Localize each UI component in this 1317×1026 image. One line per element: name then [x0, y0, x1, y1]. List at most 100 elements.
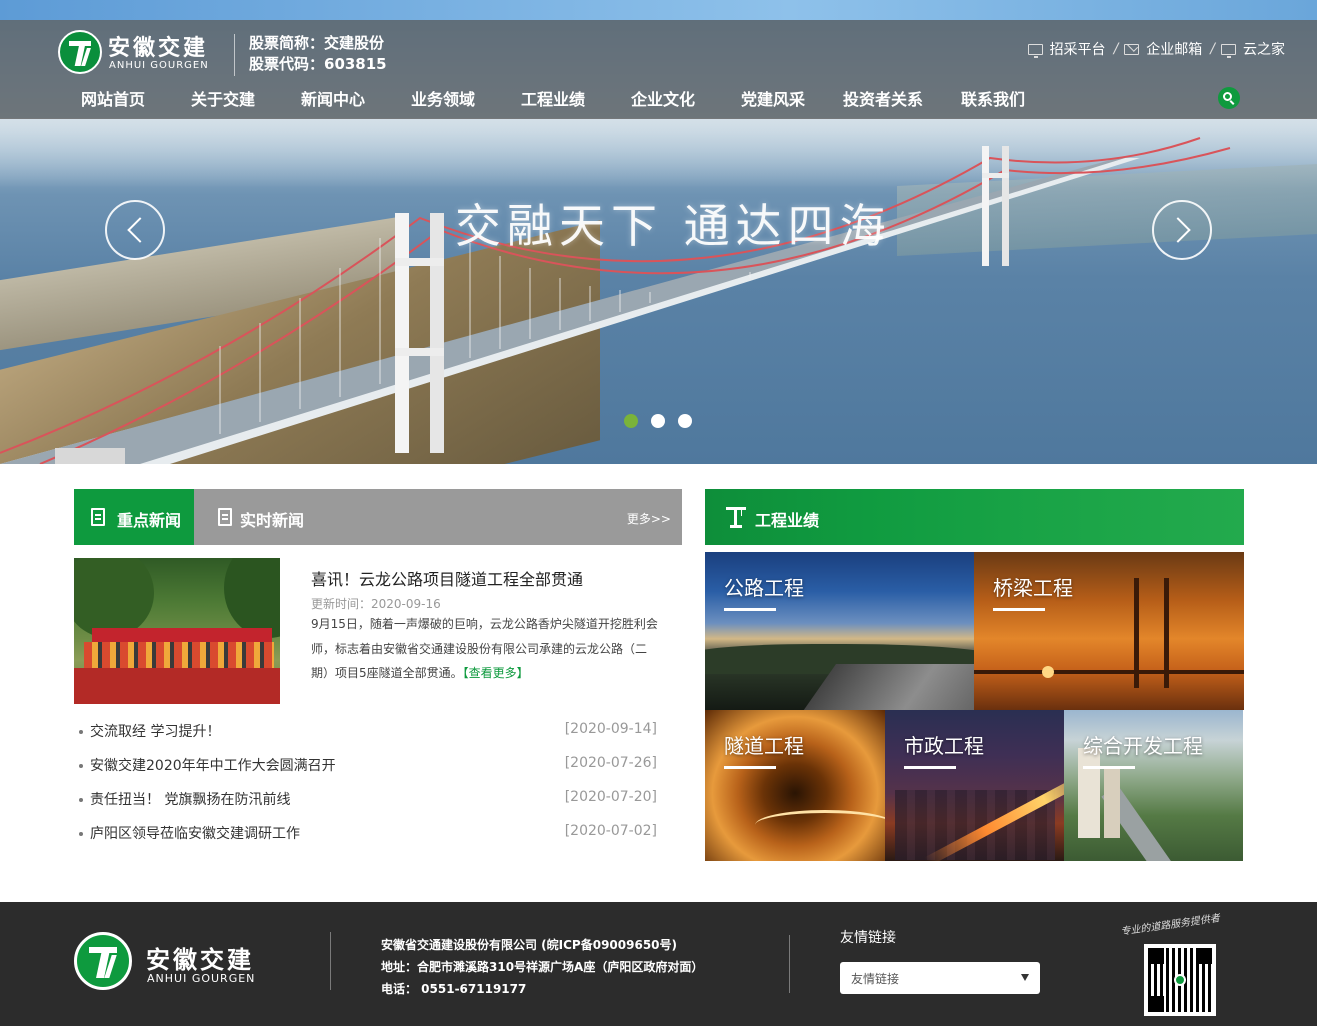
hero-slogan: 交融天下 通达四海 — [455, 199, 892, 253]
tile-underline — [1083, 766, 1135, 769]
site-logo[interactable]: 安徽交建 ANHUI GOURGEN — [58, 30, 228, 76]
tile-label: 综合开发工程 — [1083, 734, 1203, 758]
featured-news-title[interactable]: 喜讯！云龙公路项目隧道工程全部贯通 — [311, 566, 583, 590]
footer: 安徽交建 ANHUI GOURGEN 安徽省交通建设股份有限公司 (皖ICP备0… — [0, 902, 1317, 1026]
list-item[interactable]: 责任扭当！ 党旗飘扬在防汛前线 [2020-07-20] — [79, 788, 657, 822]
carousel-next-button[interactable] — [1152, 200, 1212, 260]
monitor-icon — [1221, 43, 1236, 58]
logo-text-en: ANHUI GOURGEN — [109, 60, 209, 71]
news-item-date: [2020-07-20] — [564, 789, 657, 805]
bullet-icon — [79, 764, 83, 768]
nav-culture[interactable]: 企业文化 — [631, 86, 741, 110]
logo-emblem-icon — [58, 30, 102, 74]
footer-address: 地址：合肥市濉溪路310号祥源广场A座（庐阳区政府对面） — [381, 960, 704, 974]
list-item[interactable]: 庐阳区领导莅临安徽交建调研工作 [2020-07-02] — [79, 822, 657, 856]
suspension-bridge-image — [0, 137, 1231, 464]
top-link-email[interactable]: 企业邮箱 — [1124, 39, 1202, 59]
footer-divider — [330, 932, 331, 990]
carousel-dot-1[interactable] — [624, 414, 638, 428]
nav-party[interactable]: 党建风采 — [741, 86, 843, 110]
project-tile-tunnel[interactable]: 隧道工程 — [705, 710, 885, 861]
tile-label: 公路工程 — [724, 576, 804, 600]
mail-icon — [1124, 43, 1140, 55]
tile-underline — [724, 766, 776, 769]
monitor-icon — [1027, 43, 1043, 58]
tile-label: 市政工程 — [904, 734, 984, 758]
featured-news-date: 更新时间：2020-09-16 — [311, 597, 441, 611]
main-nav: 网站首页 关于交建 新闻中心 业务领域 工程业绩 企业文化 党建风采 投资者关系… — [58, 86, 1071, 110]
carousel-dots — [624, 414, 705, 428]
nav-contact[interactable]: 联系我们 — [961, 86, 1071, 110]
nav-projects[interactable]: 工程业绩 — [521, 86, 631, 110]
nav-business[interactable]: 业务领域 — [411, 86, 521, 110]
carousel-prev-button[interactable] — [105, 200, 165, 260]
footer-logo-en: ANHUI GOURGEN — [147, 972, 256, 985]
search-button[interactable] — [1218, 87, 1240, 109]
news-item-title: 交流取经 学习提升！ — [90, 724, 221, 740]
project-tile-bridge[interactable]: 桥梁工程 — [974, 552, 1244, 710]
tile-underline — [904, 766, 956, 769]
tile-label: 隧道工程 — [724, 734, 804, 758]
friend-links-select[interactable]: 友情链接 — [840, 962, 1040, 994]
tile-label: 桥梁工程 — [993, 576, 1073, 600]
footer-logo[interactable]: 安徽交建 ANHUI GOURGEN — [74, 932, 274, 994]
nav-home[interactable]: 网站首页 — [81, 86, 191, 110]
featured-news-summary: 9月15日，随着一声爆破的巨响，云龙公路香炉尖隧道开挖胜利会师，标志着由安徽省交… — [311, 612, 661, 686]
top-link-label: 云之家 — [1243, 42, 1285, 58]
logo-emblem-icon — [74, 932, 132, 990]
tab-label: 重点新闻 — [117, 511, 182, 530]
news-doc-icon — [91, 508, 105, 526]
project-tile-municipal[interactable]: 市政工程 — [885, 710, 1065, 861]
news-item-title: 庐阳区领导莅临安徽交建调研工作 — [90, 826, 300, 842]
chevron-right-icon — [1165, 217, 1191, 243]
bullet-icon — [79, 798, 83, 802]
carousel-dot-2[interactable] — [651, 414, 665, 428]
list-item[interactable]: 安徽交建2020年年中工作大会圆满召开 [2020-07-26] — [79, 754, 657, 788]
qr-code — [1144, 944, 1216, 1016]
news-item-title: 责任扭当！ 党旗飘扬在防汛前线 — [90, 792, 291, 808]
footer-divider — [789, 935, 790, 993]
top-links: 招采平台 / 企业邮箱 / 云之家 — [1027, 39, 1285, 59]
nav-about[interactable]: 关于交建 — [191, 86, 301, 110]
tab-realtime-news[interactable]: 实时新闻 — [214, 489, 334, 545]
nav-news[interactable]: 新闻中心 — [301, 86, 411, 110]
nav-investors[interactable]: 投资者关系 — [843, 86, 961, 110]
top-link-procurement[interactable]: 招采平台 — [1027, 39, 1106, 59]
hero-banner: 交融天下 通达四海 安徽交建 ANHUI GOURGEN 股票简称：交建股份 股… — [0, 0, 1317, 464]
projects-title: 工程业绩 — [755, 511, 820, 530]
chevron-left-icon — [127, 217, 153, 243]
logo-text-cn: 安徽交建 — [108, 36, 209, 61]
news-list: 交流取经 学习提升！ [2020-09-14] 安徽交建2020年年中工作大会圆… — [79, 720, 657, 856]
footer-slogan: 专业的道路服务提供者 — [1119, 913, 1221, 938]
friend-links-title: 友情链接 — [840, 930, 896, 946]
list-item[interactable]: 交流取经 学习提升！ [2020-09-14] — [79, 720, 657, 754]
featured-news-image[interactable] — [74, 558, 280, 704]
bullet-icon — [79, 730, 83, 734]
top-link-label: 企业邮箱 — [1146, 42, 1203, 58]
footer-logo-cn: 安徽交建 — [146, 946, 254, 974]
project-tile-highway[interactable]: 公路工程 — [705, 552, 974, 710]
top-link-yunzhijia[interactable]: 云之家 — [1221, 39, 1285, 59]
top-link-separator: / — [1210, 41, 1215, 57]
news-item-date: [2020-07-26] — [564, 755, 657, 771]
crane-icon — [726, 504, 748, 528]
see-more-link[interactable]: 【查看更多】 — [463, 666, 529, 680]
footer-company: 安徽省交通建设股份有限公司 (皖ICP备09009650号) — [381, 938, 678, 952]
tab-focus-news[interactable]: 重点新闻 — [74, 489, 194, 545]
footer-contact-info: 安徽省交通建设股份有限公司 (皖ICP备09009650号) 地址：合肥市濉溪路… — [381, 934, 703, 1000]
stock-abbr: 股票简称：交建股份 — [249, 34, 385, 52]
news-doc-icon — [218, 508, 232, 526]
tab-label: 实时新闻 — [240, 511, 305, 530]
friend-links-value: 友情链接 — [851, 972, 900, 986]
project-tile-development[interactable]: 综合开发工程 — [1064, 710, 1243, 861]
sky — [0, 0, 1317, 20]
carousel-dot-3[interactable] — [678, 414, 692, 428]
stock-info: 股票简称：交建股份 股票代码：603815 — [249, 33, 387, 75]
news-tabs: 重点新闻 实时新闻 更多>> — [74, 489, 682, 545]
top-link-separator: / — [1113, 41, 1119, 57]
news-more-link[interactable]: 更多>> — [627, 510, 671, 527]
news-item-title: 安徽交建2020年年中工作大会圆满召开 — [90, 758, 336, 774]
projects-header: 工程业绩 — [705, 489, 1244, 545]
stock-code: 股票代码：603815 — [249, 55, 387, 73]
header-bar: 安徽交建 ANHUI GOURGEN 股票简称：交建股份 股票代码：603815… — [0, 20, 1317, 119]
